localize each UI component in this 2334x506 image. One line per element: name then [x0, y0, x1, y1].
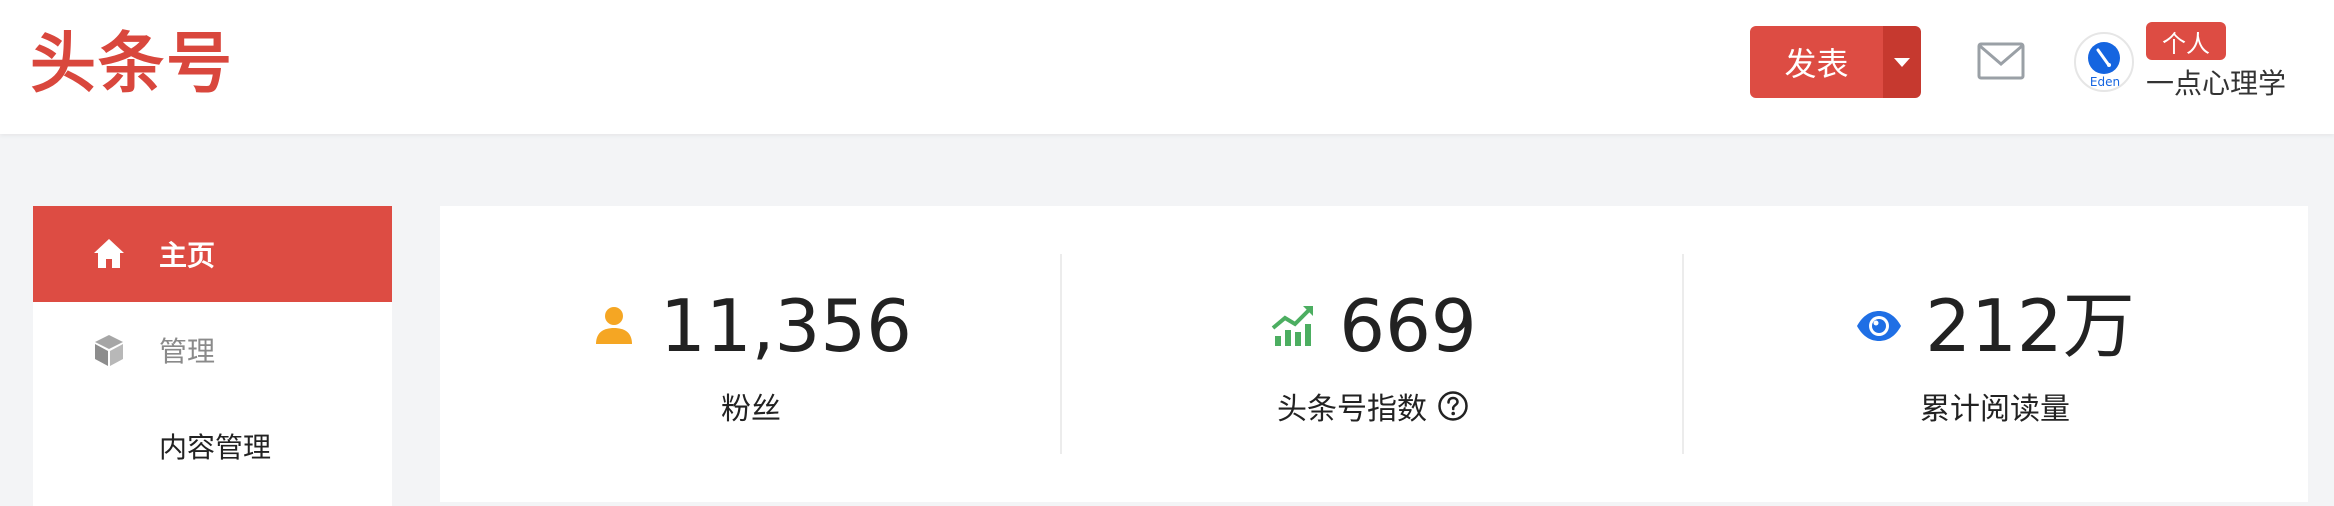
sidebar-item-content-management[interactable]: 内容管理	[33, 398, 392, 494]
sidebar: 主页 管理 内容管理	[33, 206, 392, 506]
home-icon	[94, 239, 124, 268]
mail-icon[interactable]	[1977, 42, 2025, 80]
logo[interactable]: 头条号	[30, 28, 234, 100]
sidebar-item-home[interactable]: 主页	[33, 206, 392, 302]
eye-icon	[1857, 311, 1902, 341]
stat-label: 粉丝	[721, 392, 781, 427]
publish-button-group: 发表	[1750, 26, 1921, 98]
stat-total-reads: 212万 累计阅读量	[1684, 206, 2306, 502]
sidebar-item-label: 管理	[159, 335, 216, 368]
chevron-down-icon	[1894, 57, 1910, 67]
account-type-badge: 个人	[2146, 22, 2226, 60]
cube-icon	[95, 335, 123, 366]
stats-card: 11,356 粉丝 669 头条号指数 212万 累计阅读量	[440, 206, 2308, 502]
publish-button[interactable]: 发表	[1750, 26, 1883, 98]
stat-label: 累计阅读量	[1920, 392, 2070, 427]
avatar-logo-icon: Eden	[2088, 42, 2120, 89]
stat-followers: 11,356 粉丝	[440, 206, 1062, 502]
top-header: 头条号 发表 Eden 个人 一点心理学	[0, 0, 2334, 134]
trend-up-icon	[1272, 306, 1314, 346]
stat-account-index: 669 头条号指数	[1062, 206, 1684, 502]
publish-dropdown-toggle[interactable]	[1883, 26, 1921, 98]
stat-value: 212万	[1925, 284, 2135, 368]
avatar-text: Eden	[2090, 75, 2120, 89]
sidebar-item-label: 主页	[159, 239, 216, 272]
stat-value: 669	[1339, 284, 1477, 368]
stat-label: 头条号指数	[1277, 392, 1427, 427]
sidebar-item-manage[interactable]: 管理	[33, 302, 392, 398]
person-icon	[596, 307, 633, 344]
username[interactable]: 一点心理学	[2146, 62, 2286, 102]
stat-value: 11,356	[660, 284, 912, 368]
help-icon[interactable]	[1437, 390, 1469, 422]
sidebar-item-label: 内容管理	[159, 431, 272, 464]
avatar[interactable]: Eden	[2074, 32, 2134, 92]
